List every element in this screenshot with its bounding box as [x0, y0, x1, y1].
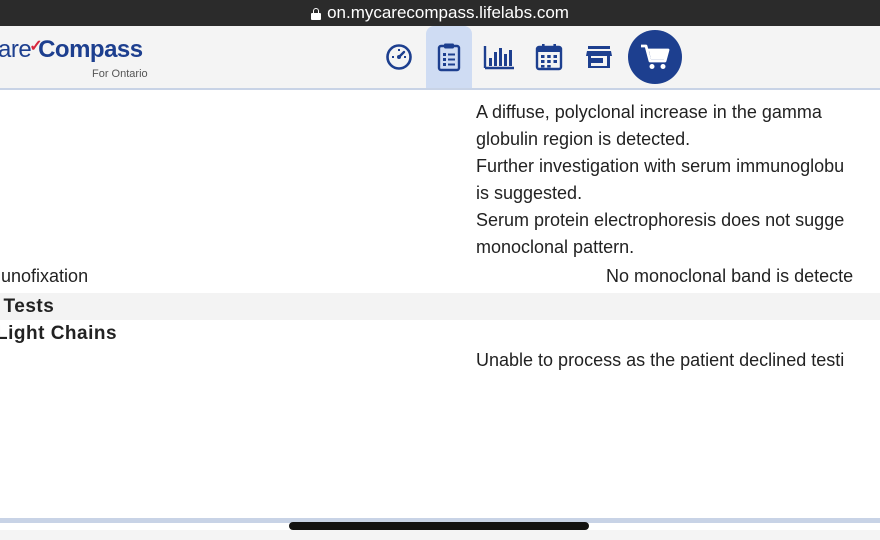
app-header: are✓Compass For Ontario [0, 26, 880, 90]
logo-bold-text: Compass [38, 36, 143, 63]
cart-button[interactable] [628, 30, 682, 84]
comment-text: A diffuse, polyclonal increase in the ga… [476, 102, 822, 122]
nav-store[interactable] [576, 26, 622, 88]
url-text: on.mycarecompass.lifelabs.com [327, 3, 569, 22]
immunofixation-label: nunofixation [0, 266, 89, 286]
nav-trends[interactable] [476, 26, 522, 88]
carecompass-logo[interactable]: are✓Compass For Ontario [0, 36, 148, 80]
browser-url-bar[interactable]: on.mycarecompass.lifelabs.com [0, 0, 880, 26]
logo-light-text: are [0, 36, 32, 63]
calendar-icon [535, 44, 563, 71]
home-indicator[interactable] [289, 522, 589, 530]
comment-text: globulin region is detected. [476, 129, 691, 149]
logo-wordmark: are✓Compass [0, 36, 143, 64]
bottom-bar [0, 530, 880, 540]
main-nav [376, 26, 682, 88]
logo-subtitle: For Ontario [92, 68, 148, 80]
light-chains-value: Unable to process as the patient decline… [476, 350, 845, 370]
comment-text: is suggested. [476, 183, 583, 203]
nav-dashboard[interactable] [376, 26, 422, 88]
dashboard-gauge-icon [386, 44, 412, 70]
section-heading: l Tests [0, 296, 55, 317]
comment-text: Serum protein electrophoresis does not s… [476, 210, 845, 230]
lock-icon [311, 8, 322, 20]
comment-text: Further investigation with serum immunog… [476, 156, 845, 176]
immunofixation-value: No monoclonal band is detecte [606, 266, 854, 286]
cart-icon [641, 44, 670, 69]
nav-appointments[interactable] [526, 26, 572, 88]
comment-text: monoclonal pattern. [476, 237, 635, 257]
section-heading-row: l Tests [0, 293, 880, 320]
light-chains-heading: Light Chains [0, 323, 118, 344]
nav-results[interactable] [426, 26, 472, 88]
clipboard-icon [437, 43, 461, 72]
store-icon [586, 46, 612, 68]
bar-chart-icon [483, 46, 514, 70]
